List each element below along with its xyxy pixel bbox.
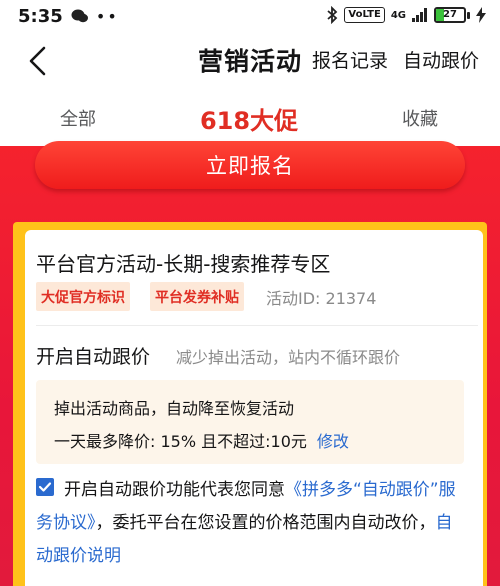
tag-official-badge: 大促官方标识 <box>36 282 130 311</box>
registration-records-link[interactable]: 报名记录 <box>312 46 388 73</box>
divider <box>36 325 478 326</box>
agreement-middle: ，委托平台在您设置的价格范围内自动改价， <box>95 513 436 533</box>
network-type: 4G <box>390 9 406 21</box>
tab-618-promo[interactable]: 618大促 <box>190 90 308 146</box>
edit-limit-link[interactable]: 修改 <box>317 432 349 451</box>
status-time: 5:35 <box>18 5 63 27</box>
agreement-text: 开启自动跟价功能代表您同意《拼多多“自动跟价”服务协议》，委托平台在您设置的价格… <box>36 474 468 573</box>
status-bar: 5:35 •• VoLTE 4G 27 <box>0 0 500 32</box>
register-now-button[interactable]: 立即报名 <box>35 141 465 189</box>
activity-title: 平台官方活动-长期-搜索推荐专区 <box>36 252 331 276</box>
status-right: VoLTE 4G 27 <box>326 6 486 24</box>
agreement-checkbox[interactable] <box>36 478 54 496</box>
bluetooth-icon <box>327 6 338 24</box>
auto-follow-description: 减少掉出活动，站内不循环跟价 <box>176 348 401 367</box>
signal-icon <box>412 8 427 22</box>
auto-follow-title: 开启自动跟价 <box>36 346 151 368</box>
page-title: 营销活动 <box>198 47 303 76</box>
nav-bar: 营销活动 报名记录 自动跟价 <box>0 32 500 90</box>
back-arrow-icon[interactable] <box>22 44 56 78</box>
notification-icons: •• <box>71 7 119 26</box>
volte-badge: VoLTE <box>344 7 385 23</box>
more-dots-icon: •• <box>95 6 119 26</box>
battery-icon: 27 <box>434 7 470 23</box>
agreement-prefix: 开启自动跟价功能代表您同意 <box>64 480 285 500</box>
checkmark-icon <box>38 482 52 492</box>
info-line-restore: 掉出活动商品，自动降至恢复活动 <box>54 399 295 418</box>
battery-level: 27 <box>443 9 457 20</box>
info-line-limit: 一天最多降价: 15% 且不超过:10元 修改 <box>54 428 349 452</box>
price-limit-text: 一天最多降价: 15% 且不超过:10元 <box>54 432 307 451</box>
tab-favorites[interactable]: 收藏 <box>382 90 458 146</box>
activity-id: 活动ID: 21374 <box>266 289 377 308</box>
tag-coupon-subsidy: 平台发券补贴 <box>150 282 244 311</box>
tab-all[interactable]: 全部 <box>40 90 116 146</box>
tab-bar: 全部 618大促 收藏 <box>0 90 500 146</box>
auto-price-follow-link[interactable]: 自动跟价 <box>403 46 479 73</box>
charging-bolt-icon <box>476 7 486 23</box>
chat-bubble-icon <box>71 9 88 22</box>
